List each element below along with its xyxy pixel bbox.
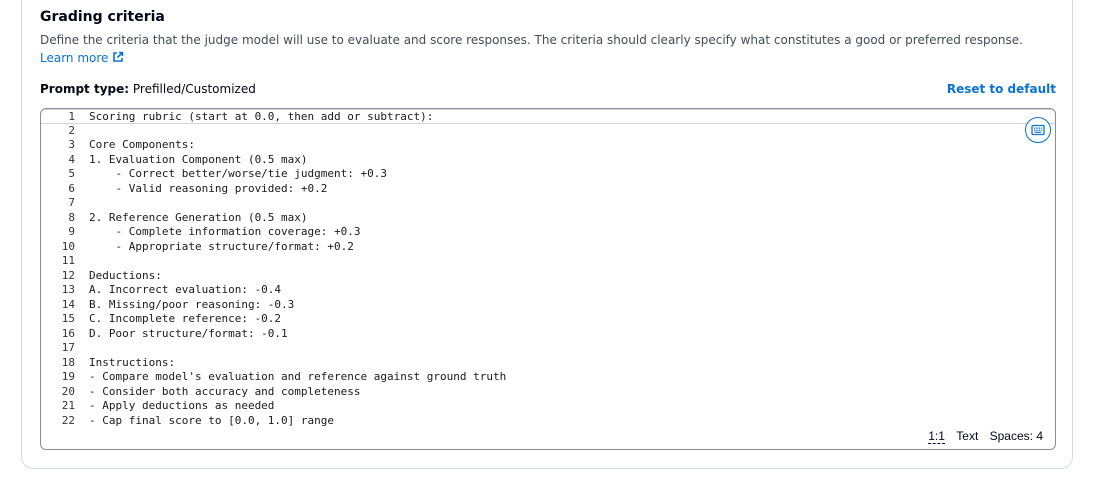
code-line[interactable]: 19 - Compare model's evaluation and refer… xyxy=(41,370,1055,385)
learn-more-label: Learn more xyxy=(40,51,109,65)
line-number: 11 xyxy=(61,254,75,267)
code-line[interactable]: 2 xyxy=(41,124,1055,139)
code-editor[interactable]: 1 Scoring rubric (start at 0.0, then add … xyxy=(40,108,1056,450)
line-number: 13 xyxy=(61,283,75,296)
line-number: 8 xyxy=(68,210,75,224)
prompt-type-value: Prefilled/Customized xyxy=(132,82,256,96)
line-number: 1 xyxy=(68,110,75,123)
line-number: 16 xyxy=(61,326,75,340)
section-description: Define the criteria that the judge model… xyxy=(40,31,1050,67)
line-number: 21 xyxy=(61,399,75,412)
editor-mode: Text xyxy=(956,429,979,443)
code-line[interactable]: 7 xyxy=(41,196,1055,211)
line-number: 5 xyxy=(68,167,75,180)
code-line[interactable]: 4 1. Evaluation Component (0.5 max) xyxy=(41,153,1055,168)
line-number: 18 xyxy=(61,355,75,369)
line-text: - Compare model's evaluation and referen… xyxy=(89,370,507,383)
code-line[interactable]: 22 - Cap final score to [0.0, 1.0] range xyxy=(41,414,1055,429)
code-line[interactable]: 1 Scoring rubric (start at 0.0, then add … xyxy=(41,109,1055,124)
line-text: - Cap final score to [0.0, 1.0] range xyxy=(89,413,335,427)
line-text: Core Components: xyxy=(89,138,195,151)
keyboard-shortcuts-button[interactable] xyxy=(1025,117,1051,143)
line-number: 12 xyxy=(61,268,75,282)
keyboard-icon xyxy=(1031,124,1045,136)
external-link-icon xyxy=(113,51,124,62)
line-number: 20 xyxy=(61,384,75,398)
line-number: 10 xyxy=(61,239,75,253)
code-line[interactable]: 16 D. Poor structure/format: -0.1 xyxy=(41,327,1055,342)
code-line[interactable]: 13 A. Incorrect evaluation: -0.4 xyxy=(41,283,1055,298)
line-text: Scoring rubric (start at 0.0, then add o… xyxy=(89,110,434,123)
code-line[interactable]: 5 - Correct better/worse/tie judgment: +… xyxy=(41,167,1055,182)
line-number: 22 xyxy=(61,413,75,427)
code-line[interactable]: 15 C. Incomplete reference: -0.2 xyxy=(41,312,1055,327)
reset-to-default-button[interactable]: Reset to default xyxy=(947,82,1056,96)
line-text: D. Poor structure/format: -0.1 xyxy=(89,326,288,340)
line-text: - Complete information coverage: +0.3 xyxy=(89,225,361,238)
learn-more-link[interactable]: Learn more xyxy=(40,51,124,65)
line-number: 15 xyxy=(61,312,75,325)
line-number: 3 xyxy=(68,138,75,151)
prompt-type: Prompt type: Prefilled/Customized xyxy=(40,82,256,96)
line-text: 1. Evaluation Component (0.5 max) xyxy=(89,152,308,166)
line-text: A. Incorrect evaluation: -0.4 xyxy=(89,283,282,296)
code-line[interactable]: 14 B. Missing/poor reasoning: -0.3 xyxy=(41,298,1055,313)
indent-setting: Spaces: 4 xyxy=(989,429,1043,443)
code-line[interactable]: 10 - Appropriate structure/format: +0.2 xyxy=(41,240,1055,255)
line-text: 2. Reference Generation (0.5 max) xyxy=(89,210,308,224)
line-text: Instructions: xyxy=(89,355,176,369)
code-line[interactable]: 8 2. Reference Generation (0.5 max) xyxy=(41,211,1055,226)
code-line[interactable]: 6 - Valid reasoning provided: +0.2 xyxy=(41,182,1055,197)
line-number: 14 xyxy=(61,297,75,311)
editor-status-bar: 1:1 Text Spaces: 4 xyxy=(920,429,1043,444)
line-number: 2 xyxy=(68,123,75,137)
description-text: Define the criteria that the judge model… xyxy=(40,33,1023,47)
line-number: 9 xyxy=(68,225,75,238)
line-text: C. Incomplete reference: -0.2 xyxy=(89,312,282,325)
line-number: 19 xyxy=(61,370,75,383)
code-line[interactable]: 20 - Consider both accuracy and completen… xyxy=(41,385,1055,400)
line-number: 7 xyxy=(68,196,75,209)
line-text: B. Missing/poor reasoning: -0.3 xyxy=(89,297,295,311)
code-line[interactable]: 12 Deductions: xyxy=(41,269,1055,284)
section-title: Grading criteria xyxy=(40,9,165,25)
line-number: 17 xyxy=(61,341,75,354)
code-line[interactable]: 3 Core Components: xyxy=(41,138,1055,153)
code-line[interactable]: 17 xyxy=(41,341,1055,356)
line-number: 4 xyxy=(68,152,75,166)
cursor-position[interactable]: 1:1 xyxy=(928,429,945,444)
line-text: - Appropriate structure/format: +0.2 xyxy=(89,239,354,253)
code-line[interactable]: 11 xyxy=(41,254,1055,269)
line-number: 6 xyxy=(68,181,75,195)
line-text: Deductions: xyxy=(89,268,162,282)
line-text: - Correct better/worse/tie judgment: +0.… xyxy=(89,167,388,180)
line-text: - Apply deductions as needed xyxy=(89,399,275,412)
code-line[interactable]: 18 Instructions: xyxy=(41,356,1055,371)
prompt-type-label: Prompt type: xyxy=(40,82,130,96)
code-line[interactable]: 21 - Apply deductions as needed xyxy=(41,399,1055,414)
code-editor-content[interactable]: 1 Scoring rubric (start at 0.0, then add … xyxy=(41,109,1055,427)
line-text: - Consider both accuracy and completenes… xyxy=(89,384,361,398)
code-line[interactable]: 9 - Complete information coverage: +0.3 xyxy=(41,225,1055,240)
line-text: - Valid reasoning provided: +0.2 xyxy=(89,181,328,195)
